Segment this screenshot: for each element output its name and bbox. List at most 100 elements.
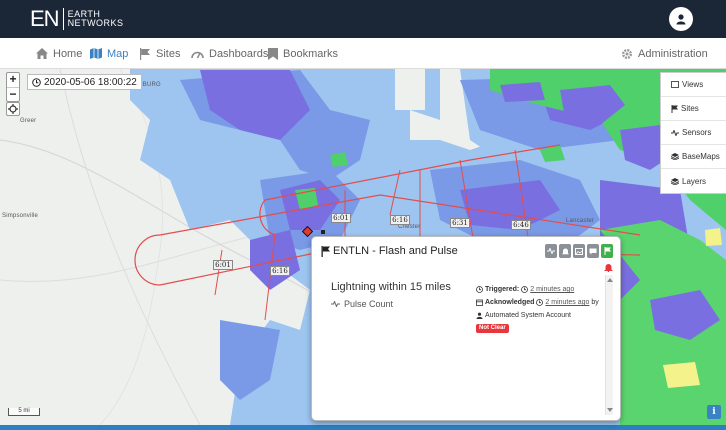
clock-icon xyxy=(521,286,529,293)
earth-networks-logo[interactable]: EN EARTH NETWORKS xyxy=(30,8,124,30)
map-timestamp[interactable]: 2020-05-06 18:00:22 xyxy=(27,74,142,90)
side-item-label: Views xyxy=(682,80,704,89)
map-side-panel: Views Sites Sensors BaseMaps Layers xyxy=(660,72,726,194)
side-item-layers[interactable]: Layers xyxy=(661,169,726,193)
wave-icon xyxy=(331,301,340,307)
side-item-label: Sites xyxy=(681,104,699,113)
nav-administration[interactable]: Administration xyxy=(621,38,708,69)
zoom-out-button[interactable]: − xyxy=(7,87,19,101)
flag-icon xyxy=(671,104,678,113)
scroll-down-arrow[interactable] xyxy=(607,408,613,412)
city-label-greer: Greer xyxy=(20,118,37,124)
alert-popup: ENTLN - Flash and Pulse Lightning within… xyxy=(311,236,621,421)
zoom-control: + − xyxy=(6,72,20,102)
storm-time-label: 6:16 xyxy=(390,215,410,225)
zoom-in-button[interactable]: + xyxy=(7,73,19,87)
layers-icon xyxy=(671,153,679,160)
flag-icon xyxy=(140,47,150,60)
popup-title-text: ENTLN - Flash and Pulse xyxy=(333,245,458,257)
flag-icon xyxy=(321,245,330,257)
locate-button[interactable] xyxy=(6,102,20,116)
calendar-icon xyxy=(476,299,483,306)
map-scale: 5 mi xyxy=(8,408,40,416)
acknowledged-label: Acknowledged xyxy=(485,299,535,306)
dashboard-gauge-icon xyxy=(191,51,204,58)
flag-icon xyxy=(604,247,611,255)
home-icon xyxy=(36,48,48,59)
nav-sites-label: Sites xyxy=(156,47,181,60)
bookmark-icon xyxy=(268,47,278,60)
triggered-time: 2 minutes ago xyxy=(530,286,575,293)
image-action-button[interactable] xyxy=(573,244,585,258)
bottom-strip xyxy=(0,425,726,430)
map-icon xyxy=(90,48,102,59)
user-icon xyxy=(476,312,483,319)
storm-time-label: 6:46 xyxy=(511,220,531,230)
acknowledged-time: 2 minutes ago xyxy=(545,299,590,306)
storm-time-label: 6:31 xyxy=(450,218,470,228)
comment-icon xyxy=(589,248,597,254)
storm-time-label: 6:01 xyxy=(331,213,351,223)
alert-name: Lightning within 15 miles xyxy=(331,281,451,293)
main-nav: Home Map Sites Dashboards Bookmarks Admi… xyxy=(0,38,726,69)
window-icon xyxy=(671,81,679,88)
clock-icon xyxy=(536,299,544,306)
scroll-up-arrow[interactable] xyxy=(607,278,613,282)
top-bar: EN EARTH NETWORKS xyxy=(0,0,726,38)
bell-icon xyxy=(561,248,569,254)
nav-map-label: Map xyxy=(107,47,129,60)
nav-bookmarks[interactable]: Bookmarks xyxy=(268,38,338,69)
side-item-sites[interactable]: Sites xyxy=(661,97,726,121)
pulse-count-label: Pulse Count xyxy=(344,299,394,309)
pulse-action-button[interactable] xyxy=(545,244,557,258)
user-icon xyxy=(676,14,686,25)
nav-home[interactable]: Home xyxy=(36,38,82,69)
nav-home-label: Home xyxy=(53,47,83,60)
side-item-label: BaseMaps xyxy=(682,152,720,161)
clock-icon xyxy=(32,77,41,87)
logo-line-2: NETWORKS xyxy=(67,18,124,28)
side-item-sensors[interactable]: Sensors xyxy=(661,121,726,145)
pulse-count-link[interactable]: Pulse Count xyxy=(331,299,393,309)
alert-details: Triggered: 2 minutes ago Acknowledged 2 … xyxy=(476,283,599,333)
nav-sites[interactable]: Sites xyxy=(139,38,180,69)
alert-bell-icon xyxy=(604,263,613,275)
status-badge: Not Clear xyxy=(476,324,509,333)
image-icon xyxy=(575,247,583,255)
status-row: Not Clear xyxy=(476,322,599,333)
account-row: Automated System Account xyxy=(476,309,599,322)
bell-action-button[interactable] xyxy=(559,244,571,258)
nav-administration-label: Administration xyxy=(638,47,708,60)
side-item-basemaps[interactable]: BaseMaps xyxy=(661,145,726,169)
gear-icon xyxy=(622,48,632,59)
comment-action-button[interactable] xyxy=(587,244,599,258)
city-label-simpsonville: Simpsonville xyxy=(2,213,39,219)
account-name: Automated System Account xyxy=(485,312,571,319)
logo-mark: EN xyxy=(30,8,64,30)
nav-dashboards-label: Dashboards xyxy=(209,47,269,60)
clock-icon xyxy=(476,286,483,293)
wave-icon xyxy=(547,248,555,254)
storm-time-label: 6:16 xyxy=(270,266,290,276)
user-avatar-button[interactable] xyxy=(669,7,693,31)
nav-map[interactable]: Map xyxy=(90,38,128,69)
nav-bookmarks-label: Bookmarks xyxy=(283,47,339,60)
popup-scrollbar[interactable] xyxy=(605,275,613,415)
city-label-lancaster: Lancaster xyxy=(566,218,595,224)
acknowledged-row: Acknowledged 2 minutes ago by xyxy=(476,296,599,309)
acknowledged-by: by xyxy=(591,299,599,306)
acknowledge-action-button[interactable] xyxy=(601,244,613,258)
wave-icon xyxy=(671,129,679,136)
popup-title: ENTLN - Flash and Pulse xyxy=(321,245,458,257)
popup-actions xyxy=(545,244,613,258)
triggered-label: Triggered: xyxy=(485,286,520,293)
logo-text: EARTH NETWORKS xyxy=(68,10,124,28)
storm-time-label: 6:01 xyxy=(213,260,233,270)
timestamp-text: 2020-05-06 18:00:22 xyxy=(44,76,137,88)
side-item-label: Sensors xyxy=(682,128,712,137)
triggered-row: Triggered: 2 minutes ago xyxy=(476,283,599,296)
nav-dashboards[interactable]: Dashboards xyxy=(191,38,268,69)
layers-icon xyxy=(671,177,679,185)
side-item-views[interactable]: Views xyxy=(661,73,726,97)
info-button[interactable]: i xyxy=(707,405,721,419)
